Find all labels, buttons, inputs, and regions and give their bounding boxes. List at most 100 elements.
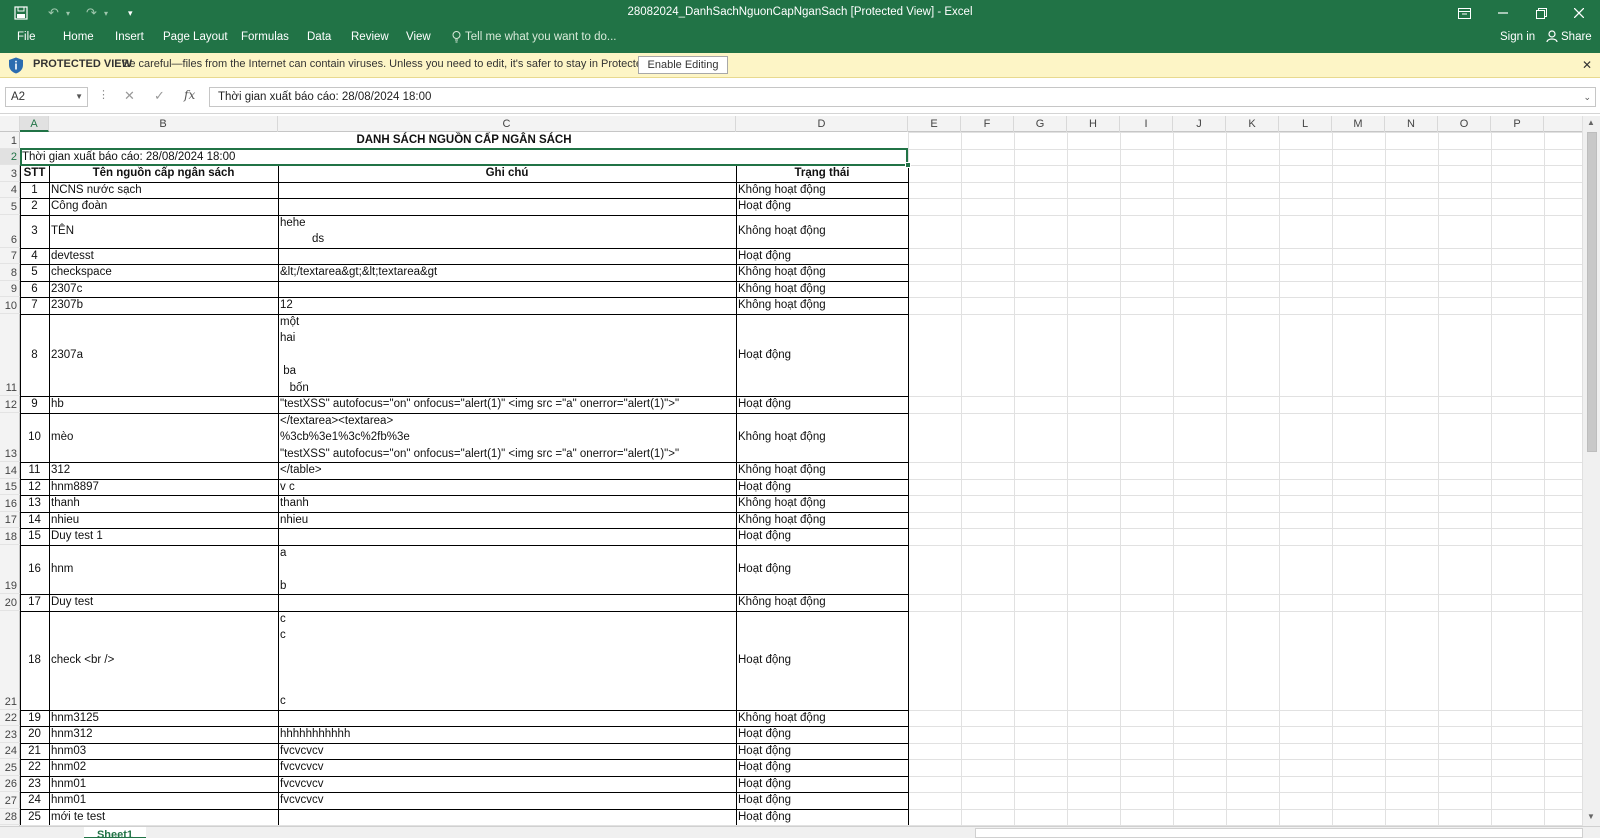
note-cell[interactable]: hehe ds xyxy=(280,215,734,248)
stt-cell[interactable]: 8 xyxy=(22,314,47,397)
name-cell[interactable]: hnm3125 xyxy=(51,710,276,727)
row-header-5[interactable]: 5 xyxy=(0,198,20,215)
row-header-21[interactable]: 21 xyxy=(0,611,20,710)
note-cell[interactable]: "testXSS" autofocus="on" onfocus="alert(… xyxy=(280,396,734,413)
row-header-2[interactable]: 2 xyxy=(0,148,20,165)
column-header-a[interactable]: A xyxy=(20,116,49,132)
tell-me-search[interactable]: Tell me what you want to do... xyxy=(465,31,617,43)
name-cell[interactable]: hnm xyxy=(51,545,276,595)
stt-cell[interactable]: 18 xyxy=(22,611,47,710)
status-cell[interactable]: Hoạt động xyxy=(738,479,906,496)
note-cell[interactable] xyxy=(280,248,734,265)
name-cell[interactable]: hnm01 xyxy=(51,792,276,809)
row-header-20[interactable]: 20 xyxy=(0,594,20,611)
name-cell[interactable]: nhieu xyxy=(51,512,276,529)
name-cell[interactable]: mới te test xyxy=(51,809,276,826)
stt-cell[interactable]: 7 xyxy=(22,297,47,314)
name-cell[interactable]: 2307b xyxy=(51,297,276,314)
note-cell[interactable]: v c xyxy=(280,479,734,496)
row-header-27[interactable]: 27 xyxy=(0,792,20,809)
name-cell[interactable]: NCNS nước sạch xyxy=(51,182,276,199)
note-cell[interactable] xyxy=(280,198,734,215)
sheet-tab[interactable]: Sheet1 xyxy=(84,827,146,838)
name-cell[interactable]: hnm312 xyxy=(51,726,276,743)
note-cell[interactable]: fvcvcvcv xyxy=(280,743,734,760)
minimize-icon[interactable] xyxy=(1498,4,1508,22)
stt-cell[interactable]: 14 xyxy=(22,512,47,529)
row-header-7[interactable]: 7 xyxy=(0,248,20,264)
tab-page-layout[interactable]: Page Layout xyxy=(163,31,228,43)
function-icon[interactable]: fx xyxy=(184,88,195,102)
status-cell[interactable]: Hoạt động xyxy=(738,198,906,215)
status-cell[interactable]: Hoạt động xyxy=(738,611,906,710)
column-header-k[interactable]: K xyxy=(1226,116,1279,132)
cancel-icon[interactable]: ✕ xyxy=(124,88,135,104)
stt-cell[interactable]: 24 xyxy=(22,792,47,809)
column-header-g[interactable]: G xyxy=(1014,116,1067,132)
stt-cell[interactable]: 10 xyxy=(22,413,47,463)
note-cell[interactable]: </table> xyxy=(280,462,734,479)
column-header-l[interactable]: L xyxy=(1279,116,1332,132)
stt-cell[interactable]: 19 xyxy=(22,710,47,727)
status-cell[interactable]: Không hoạt động xyxy=(738,462,906,479)
note-cell[interactable]: fvcvcvcv xyxy=(280,792,734,809)
name-cell[interactable]: hnm01 xyxy=(51,776,276,793)
name-header[interactable]: Tên nguồn cấp ngân sách xyxy=(51,165,276,182)
status-cell[interactable]: Không hoạt động xyxy=(738,710,906,727)
status-cell[interactable]: Hoạt động xyxy=(738,809,906,826)
row-header-10[interactable]: 10 xyxy=(0,297,20,314)
stt-cell[interactable]: 13 xyxy=(22,495,47,512)
status-cell[interactable]: Hoạt động xyxy=(738,396,906,413)
tab-insert[interactable]: Insert xyxy=(115,31,144,43)
stt-cell[interactable]: 4 xyxy=(22,248,47,265)
export-time-cell[interactable]: Thời gian xuất báo cáo: 28/08/2024 18:00 xyxy=(22,149,906,166)
column-header-h[interactable]: H xyxy=(1067,116,1120,132)
row-header-4[interactable]: 4 xyxy=(0,182,20,198)
column-header-i[interactable]: I xyxy=(1120,116,1173,132)
stt-cell[interactable]: 17 xyxy=(22,594,47,611)
stt-cell[interactable]: 16 xyxy=(22,545,47,595)
name-cell[interactable]: Công đoàn xyxy=(51,198,276,215)
tab-data[interactable]: Data xyxy=(307,31,331,43)
row-header-17[interactable]: 17 xyxy=(0,512,20,528)
row-header-13[interactable]: 13 xyxy=(0,413,20,462)
stt-cell[interactable]: 22 xyxy=(22,759,47,776)
row-header-3[interactable]: 3 xyxy=(0,165,20,182)
formula-input[interactable]: Thời gian xuất báo cáo: 28/08/2024 18:00… xyxy=(209,87,1596,107)
stt-cell[interactable]: 15 xyxy=(22,528,47,545)
note-cell[interactable]: c c c xyxy=(280,611,734,710)
tab-review[interactable]: Review xyxy=(351,31,389,43)
enable-editing-button[interactable]: Enable Editing xyxy=(638,56,728,74)
name-cell[interactable]: 2307a xyxy=(51,314,276,397)
stt-cell[interactable]: 1 xyxy=(22,182,47,199)
status-cell[interactable]: Không hoạt động xyxy=(738,182,906,199)
sign-in-link[interactable]: Sign in xyxy=(1500,31,1535,43)
status-cell[interactable]: Không hoạt động xyxy=(738,215,906,248)
status-cell[interactable]: Không hoạt động xyxy=(738,413,906,463)
stt-cell[interactable]: 6 xyxy=(22,281,47,298)
name-cell[interactable]: 2307c xyxy=(51,281,276,298)
note-cell[interactable]: fvcvcvcv xyxy=(280,759,734,776)
status-cell[interactable]: Hoạt động xyxy=(738,792,906,809)
note-cell[interactable] xyxy=(280,710,734,727)
more-options-icon[interactable]: ⋮ xyxy=(98,88,109,101)
name-cell[interactable]: mèo xyxy=(51,413,276,463)
note-cell[interactable]: fvcvcvcv xyxy=(280,776,734,793)
status-cell[interactable]: Không hoạt động xyxy=(738,594,906,611)
scroll-up-icon[interactable]: ▲ xyxy=(1587,118,1595,127)
name-cell[interactable]: hb xyxy=(51,396,276,413)
column-header-m[interactable]: M xyxy=(1332,116,1385,132)
sheet-title[interactable]: DANH SÁCH NGUỒN CẤP NGÂN SÁCH xyxy=(22,132,906,149)
restore-icon[interactable] xyxy=(1536,4,1547,22)
stt-cell[interactable]: 9 xyxy=(22,396,47,413)
note-cell[interactable]: hhhhhhhhhhh xyxy=(280,726,734,743)
status-cell[interactable]: Không hoạt động xyxy=(738,264,906,281)
name-cell[interactable]: hnm02 xyxy=(51,759,276,776)
row-header-6[interactable]: 6 xyxy=(0,215,20,248)
row-header-11[interactable]: 11 xyxy=(0,314,20,396)
tab-view[interactable]: View xyxy=(406,31,431,43)
status-cell[interactable]: Hoạt động xyxy=(738,776,906,793)
enter-icon[interactable]: ✓ xyxy=(154,88,165,104)
row-header-12[interactable]: 12 xyxy=(0,396,20,413)
column-header-d[interactable]: D xyxy=(736,116,908,132)
